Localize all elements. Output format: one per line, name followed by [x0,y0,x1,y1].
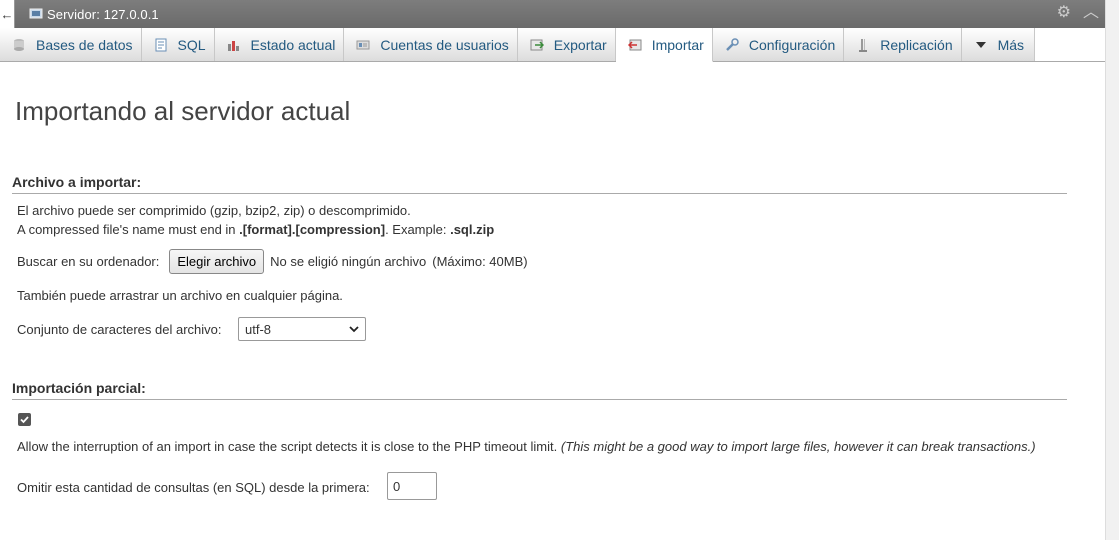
tab-cuentas-de-usuarios[interactable]: Cuentas de usuarios [344,28,518,61]
format-example: .sql.zip [450,222,495,237]
tab-exportar[interactable]: Exportar [517,28,616,61]
charset-selected-value: utf-8 [245,321,272,337]
tab-mas[interactable]: Más [961,28,1036,61]
collapse-navigation-button[interactable]: ← [0,0,15,28]
back-arrow-icon: ← [0,6,14,22]
allow-interrupt-text: Allow the interruption of an import in c… [17,439,558,454]
server-tabs: Bases de datos SQL Estado actual Cuentas… [0,28,1105,62]
browse-label: Buscar en su ordenador: [17,254,160,269]
tab-label: Cuentas de usuarios [380,36,509,53]
charset-label: Conjunto de caracteres del archivo: [17,322,222,337]
tab-estado-actual[interactable]: Estado actual [214,28,345,61]
server-breadcrumb-bar: ← Servidor: 127.0.0.1 ⚙ ︿ [0,0,1105,28]
skip-queries-label: Omitir esta cantidad de consultas (en SQ… [17,480,370,495]
tab-label: Importar [651,36,704,53]
choose-file-button[interactable]: Elegir archivo [169,249,265,274]
format-pattern: .[format].[compression] [239,222,386,237]
no-file-chosen-text: No se eligió ningún archivo [270,254,427,269]
vertical-scrollbar[interactable] [1105,0,1119,540]
chevron-down-icon [348,323,360,338]
tab-label: Replicación [880,36,953,53]
users-icon [356,38,370,52]
settings-gear-icon[interactable]: ⚙ [1057,5,1071,21]
tab-label: Exportar [553,36,607,53]
database-icon [12,38,26,52]
partial-section-heading: Importación parcial: [12,380,1067,400]
replication-icon [856,38,870,52]
allow-interrupt-checkbox[interactable] [18,413,31,426]
file-browse-row: Buscar en su ordenador: Elegir archivo N… [17,249,528,274]
compression-info-line: El archivo puede ser comprimido (gzip, b… [17,203,411,218]
tab-bases-de-datos[interactable]: Bases de datos [0,28,142,61]
caret-down-icon [974,38,988,52]
tab-label: Configuración [748,36,836,53]
tab-label: Bases de datos [36,36,133,53]
tab-label: Estado actual [250,36,336,53]
tab-sql[interactable]: SQL [141,28,215,61]
tab-label: SQL [177,36,206,53]
import-icon [627,38,642,52]
format-prefix: A compressed file's name must end in [17,222,240,237]
status-chart-icon [227,38,241,52]
charset-select[interactable]: utf-8 [238,317,366,341]
skip-queries-value: 0 [393,478,401,494]
wrench-icon [725,37,739,52]
file-section-heading: Archivo a importar: [12,174,1067,194]
tab-label: Más [997,36,1025,53]
skip-queries-input[interactable]: 0 [387,472,437,500]
format-mid: . Example: [385,222,451,237]
import-page: Importando al servidor actual Archivo a … [0,62,1105,540]
allow-interrupt-note: (This might be a good way to import larg… [560,439,1036,454]
checkmark-icon [20,416,29,424]
server-icon [29,8,43,20]
page-title: Importando al servidor actual [15,96,351,126]
server-title[interactable]: Servidor: 127.0.0.1 [47,7,159,22]
tab-importar[interactable]: Importar [615,28,713,62]
max-size-text: (Máximo: 40MB) [432,254,528,269]
allow-interrupt-row: Allow the interruption of an import in c… [17,439,1036,454]
sql-icon [154,38,168,52]
drag-hint-text: También puede arrastrar un archivo en cu… [17,288,343,303]
collapse-top-icon[interactable]: ︿ [1083,5,1099,21]
tab-configuracion[interactable]: Configuración [712,28,845,61]
export-icon [530,38,544,52]
compression-format-line: A compressed file's name must end in .[f… [17,222,494,237]
tab-replicacion[interactable]: Replicación [844,28,962,61]
